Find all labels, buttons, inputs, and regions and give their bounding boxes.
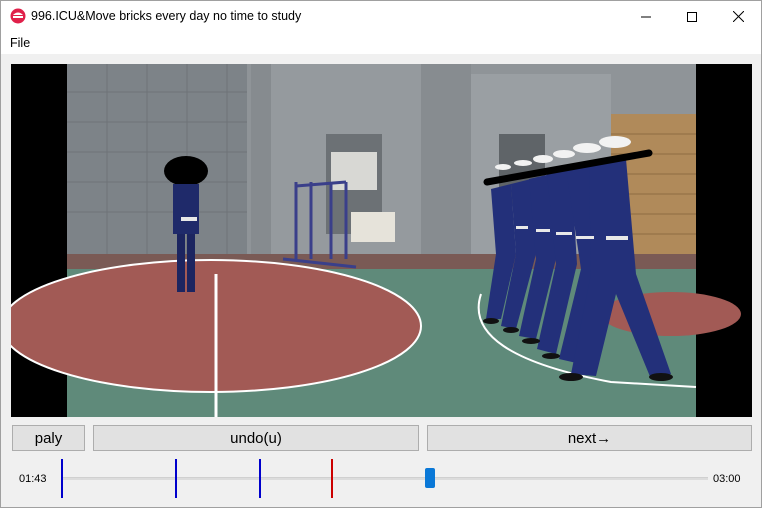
close-icon — [732, 11, 744, 22]
maximize-button[interactable] — [669, 1, 715, 32]
current-time: 01:43 — [19, 473, 47, 485]
app-icon — [10, 8, 26, 24]
undo-button[interactable]: undo(u) — [93, 425, 419, 451]
menu-bar: File — [1, 32, 761, 54]
play-button[interactable]: paly — [12, 425, 85, 451]
minimize-icon — [641, 16, 651, 17]
title-bar[interactable]: 996.ICU&Move bricks every day no time to… — [1, 1, 761, 32]
timeline-marker — [61, 459, 63, 498]
menu-file[interactable]: File — [10, 36, 30, 50]
window-title: 996.ICU&Move bricks every day no time to… — [31, 9, 302, 23]
timeline-track[interactable] — [61, 477, 708, 480]
video-frame[interactable] — [11, 64, 752, 417]
close-button[interactable] — [715, 1, 761, 32]
timeline-marker — [331, 459, 333, 498]
app-window: 996.ICU&Move bricks every day no time to… — [0, 0, 762, 508]
next-button[interactable]: next→ — [427, 425, 752, 451]
video-scene — [11, 64, 752, 417]
timeline-handle[interactable] — [425, 468, 435, 488]
total-time: 03:00 — [713, 473, 741, 485]
maximize-icon — [687, 11, 697, 22]
timeline-marker — [175, 459, 177, 498]
timeline-marker — [259, 459, 261, 498]
minimize-button[interactable] — [623, 1, 669, 32]
